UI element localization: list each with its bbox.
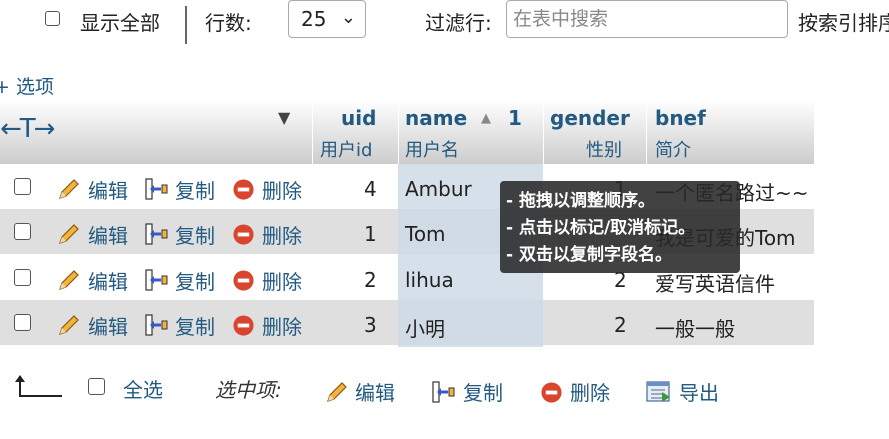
edit-link[interactable]: 编辑 (88, 175, 128, 204)
select-all-checkbox[interactable] (88, 378, 105, 395)
column-header-uid[interactable]: uid (341, 106, 376, 130)
cell-uid: 1 (364, 222, 377, 246)
copy-insert-icon[interactable] (145, 268, 169, 292)
bulk-export-button[interactable]: 导出 (679, 377, 719, 406)
delete-icon[interactable] (232, 269, 255, 292)
column-header-gender[interactable]: gender (550, 106, 630, 130)
row-checkbox[interactable] (14, 314, 31, 331)
arrow-up-select-icon (15, 375, 62, 397)
copy-insert-icon[interactable] (145, 222, 169, 246)
options-link[interactable]: + 选项 (0, 72, 54, 99)
cell-bnef: 一般一般 (655, 317, 735, 341)
copy-link[interactable]: 复制 (175, 175, 215, 204)
column-divider (398, 100, 399, 164)
row-checkbox[interactable] (14, 269, 31, 286)
edit-link[interactable]: 编辑 (88, 220, 128, 249)
column-header-name[interactable]: name (405, 106, 467, 130)
pencil-icon[interactable] (325, 380, 349, 404)
cell-name: lihua (405, 268, 454, 292)
copy-link[interactable]: 复制 (175, 311, 215, 340)
column-header-tooltip: - 拖拽以调整顺序。 - 点击以标记/取消标记。 - 双击以复制字段名。 (500, 181, 740, 273)
cell-name: Tom (405, 222, 446, 246)
delete-link[interactable]: 删除 (262, 220, 302, 249)
show-all-label[interactable]: 显示全部 (80, 7, 160, 36)
column-comment-name: 用户名 (405, 140, 459, 161)
column-divider (646, 100, 647, 164)
column-comment-uid: 用户id (320, 140, 373, 161)
export-icon[interactable] (646, 380, 672, 404)
sort-by-index-label: 按索引排序 (798, 11, 889, 35)
cell-gender: 2 (614, 313, 627, 337)
column-divider (543, 100, 544, 164)
delete-link[interactable]: 删除 (262, 311, 302, 340)
row-checkbox[interactable] (14, 178, 31, 195)
delete-icon[interactable] (540, 381, 563, 404)
chevron-down-icon: ⌄ (340, 7, 356, 28)
column-menu-triangle-icon[interactable]: ▼ (278, 108, 290, 127)
copy-insert-icon[interactable] (145, 313, 169, 337)
filter-label: 过滤行: (425, 11, 492, 35)
delete-link[interactable]: 删除 (262, 175, 302, 204)
bulk-copy-button[interactable]: 复制 (463, 377, 503, 406)
delete-icon[interactable] (232, 314, 255, 337)
select-all-label[interactable]: 全选 (123, 374, 163, 403)
column-resize-arrows-icon[interactable]: ←T→ (0, 114, 55, 144)
copy-link[interactable]: 复制 (175, 220, 215, 249)
cell-uid: 2 (364, 268, 377, 292)
sort-ascending-icon: ▲ (481, 111, 491, 126)
delete-icon[interactable] (232, 223, 255, 246)
tooltip-line: - 拖拽以调整顺序。 (506, 191, 655, 211)
column-divider (312, 100, 313, 164)
pencil-icon[interactable] (57, 313, 81, 337)
with-selected-label: 选中项: (215, 378, 282, 402)
tooltip-line: - 点击以标记/取消标记。 (506, 218, 696, 238)
column-comment-gender: 性别 (586, 140, 622, 161)
cell-uid: 3 (364, 313, 377, 337)
bulk-delete-button[interactable]: 删除 (570, 377, 610, 406)
row-checkbox[interactable] (14, 223, 31, 240)
sort-order-number: 1 (508, 106, 522, 130)
copy-insert-icon[interactable] (432, 380, 456, 404)
rows-label: 行数: (205, 11, 252, 35)
copy-insert-icon[interactable] (145, 177, 169, 201)
show-all-checkbox[interactable] (45, 11, 60, 26)
edit-link[interactable]: 编辑 (88, 311, 128, 340)
edit-link[interactable]: 编辑 (88, 266, 128, 295)
bulk-edit-button[interactable]: 编辑 (355, 377, 395, 406)
rows-per-page-select[interactable]: 25 ⌄ (288, 0, 366, 38)
pencil-icon[interactable] (57, 177, 81, 201)
cell-uid: 4 (364, 177, 377, 201)
pencil-icon[interactable] (57, 222, 81, 246)
tooltip-line: - 双击以复制字段名。 (506, 245, 672, 265)
pencil-icon[interactable] (57, 268, 81, 292)
filter-search-input[interactable] (506, 0, 788, 38)
cell-name: Ambur (405, 177, 472, 201)
rows-per-page-value: 25 (301, 7, 327, 31)
divider (185, 6, 187, 44)
delete-link[interactable]: 删除 (262, 266, 302, 295)
copy-link[interactable]: 复制 (175, 266, 215, 295)
delete-icon[interactable] (232, 178, 255, 201)
cell-name: 小明 (405, 317, 445, 341)
column-header-bnef[interactable]: bnef (655, 106, 706, 130)
column-comment-bnef: 简介 (655, 140, 691, 161)
